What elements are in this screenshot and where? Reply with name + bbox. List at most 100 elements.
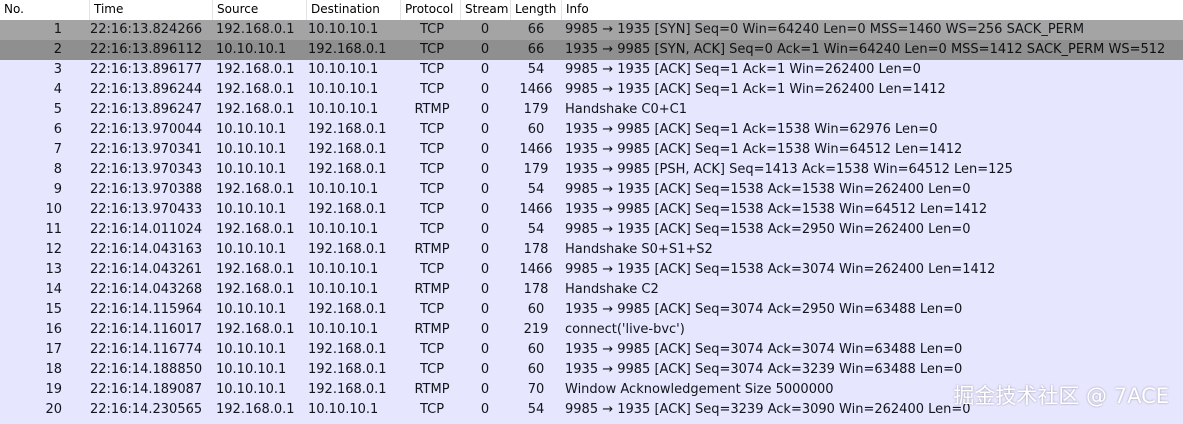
packet-stream: 0 — [480, 282, 490, 297]
packet-protocol: TCP — [419, 342, 445, 357]
packet-no: 19 — [45, 382, 62, 397]
packet-protocol: RTMP — [414, 382, 450, 397]
packet-time: 22:16:14.043268 — [90, 282, 203, 297]
packet-source: 10.10.10.1 — [216, 342, 287, 357]
column-header-info[interactable]: Info — [562, 0, 1183, 20]
table-row[interactable]: 11 22:16:14.011024 192.168.0.1 10.10.10.1 TC… — [0, 220, 1183, 240]
packet-no: 8 — [53, 162, 62, 177]
packet-source: 192.168.0.1 — [216, 22, 295, 37]
packet-source: 10.10.10.1 — [216, 302, 287, 317]
packet-protocol: RTMP — [414, 322, 450, 337]
packet-length: 54 — [527, 222, 545, 237]
packet-destination: 192.168.0.1 — [308, 242, 387, 257]
packet-source: 192.168.0.1 — [216, 262, 295, 277]
packet-time: 22:16:14.116017 — [90, 322, 203, 337]
packet-destination: 192.168.0.1 — [308, 342, 387, 357]
table-row[interactable]: 3 22:16:13.896177 192.168.0.1 10.10.10.1 TCP… — [0, 60, 1183, 80]
packet-time: 22:16:13.896177 — [90, 62, 203, 77]
packet-length: 1466 — [519, 142, 553, 157]
packet-destination: 10.10.10.1 — [308, 322, 379, 337]
packet-destination: 10.10.10.1 — [308, 402, 379, 417]
table-row[interactable]: 17 22:16:14.116774 10.10.10.1 192.168.0.1 TC… — [0, 340, 1183, 360]
packet-length: 1466 — [519, 82, 553, 97]
packet-source: 192.168.0.1 — [216, 222, 295, 237]
packet-no: 16 — [45, 322, 62, 337]
column-header-no[interactable]: No. — [0, 0, 90, 20]
table-row[interactable]: 15 22:16:14.115964 10.10.10.1 192.168.0.1 TC… — [0, 300, 1183, 320]
packet-stream: 0 — [480, 382, 490, 397]
packet-length: 179 — [523, 102, 549, 117]
column-header-row: No. Time Source Destination Protocol Str… — [0, 0, 1183, 21]
table-row[interactable]: 12 22:16:14.043163 10.10.10.1 192.168.0.1 RT… — [0, 240, 1183, 260]
packet-no: 20 — [45, 402, 62, 417]
packet-no: 13 — [45, 262, 62, 277]
table-row[interactable]: 4 22:16:13.896244 192.168.0.1 10.10.10.1 TCP… — [0, 80, 1183, 100]
packet-length: 219 — [523, 322, 549, 337]
packet-length: 178 — [523, 282, 549, 297]
packet-length: 60 — [527, 122, 545, 137]
table-row[interactable]: 7 22:16:13.970341 10.10.10.1 192.168.0.1 TCP… — [0, 140, 1183, 160]
table-row[interactable]: 16 22:16:14.116017 192.168.0.1 10.10.10.1 RT… — [0, 320, 1183, 340]
packet-protocol: TCP — [419, 202, 445, 217]
table-row[interactable]: 5 22:16:13.896247 192.168.0.1 10.10.10.1 RTM… — [0, 100, 1183, 120]
packet-source: 192.168.0.1 — [216, 182, 295, 197]
packet-source: 10.10.10.1 — [216, 162, 287, 177]
packet-source: 10.10.10.1 — [216, 42, 287, 57]
packet-protocol: TCP — [419, 42, 445, 57]
packet-no: 18 — [45, 362, 62, 377]
packet-destination: 10.10.10.1 — [308, 82, 379, 97]
packet-time: 22:16:13.896247 — [90, 102, 203, 117]
packet-list[interactable]: No. Time Source Destination Protocol Str… — [0, 0, 1183, 424]
packet-source: 192.168.0.1 — [216, 322, 295, 337]
packet-stream: 0 — [480, 262, 490, 277]
packet-source: 192.168.0.1 — [216, 82, 295, 97]
packet-info: connect('live-bvc') — [565, 322, 685, 337]
table-row[interactable]: 2 22:16:13.896112 10.10.10.1 192.168.0.1 TCP… — [0, 40, 1183, 60]
packet-info: 9985 → 1935 [ACK] Seq=1538 Ack=3074 Win=… — [565, 262, 996, 277]
table-row[interactable]: 14 22:16:14.043268 192.168.0.1 10.10.10.1 RT… — [0, 280, 1183, 300]
table-row[interactable]: 9 22:16:13.970388 192.168.0.1 10.10.10.1 TCP… — [0, 180, 1183, 200]
packet-info: 1935 → 9985 [ACK] Seq=1 Ack=1538 Win=645… — [565, 142, 963, 157]
column-header-time[interactable]: Time — [90, 0, 213, 20]
packet-time: 22:16:13.970433 — [90, 202, 203, 217]
packet-destination: 10.10.10.1 — [308, 262, 379, 277]
table-row[interactable]: 13 22:16:14.043261 192.168.0.1 10.10.10.1 TC… — [0, 260, 1183, 280]
packet-destination: 192.168.0.1 — [308, 42, 387, 57]
packet-destination: 10.10.10.1 — [308, 102, 379, 117]
packet-time: 22:16:13.970044 — [90, 122, 203, 137]
packet-no: 17 — [45, 342, 62, 357]
packet-protocol: RTMP — [414, 242, 450, 257]
packet-protocol: TCP — [419, 22, 445, 37]
packet-length: 70 — [527, 382, 545, 397]
packet-info: 1935 → 9985 [ACK] Seq=3074 Ack=3074 Win=… — [565, 342, 963, 357]
column-header-length[interactable]: Length — [511, 0, 562, 20]
column-header-source[interactable]: Source — [213, 0, 307, 20]
packet-info: 1935 → 9985 [ACK] Seq=1 Ack=1538 Win=629… — [565, 122, 938, 137]
packet-time: 22:16:13.970388 — [90, 182, 203, 197]
packet-length: 1466 — [519, 262, 553, 277]
packet-stream: 0 — [480, 202, 490, 217]
packet-time: 22:16:14.011024 — [90, 222, 203, 237]
packet-info: 9985 → 1935 [ACK] Seq=1538 Ack=1538 Win=… — [565, 182, 971, 197]
packet-no: 3 — [53, 62, 62, 77]
packet-stream: 0 — [480, 182, 490, 197]
packet-destination: 10.10.10.1 — [308, 182, 379, 197]
column-header-stream[interactable]: Stream — [461, 0, 511, 20]
packet-info: 9985 → 1935 [ACK] Seq=1 Ack=1 Win=262400… — [565, 82, 946, 97]
column-header-protocol[interactable]: Protocol — [401, 0, 461, 20]
packet-source: 10.10.10.1 — [216, 382, 287, 397]
table-row[interactable]: 6 22:16:13.970044 10.10.10.1 192.168.0.1 TCP… — [0, 120, 1183, 140]
packet-length: 60 — [527, 302, 545, 317]
packet-stream: 0 — [480, 302, 490, 317]
packet-stream: 0 — [480, 342, 490, 357]
packet-no: 6 — [53, 122, 62, 137]
table-row[interactable]: 10 22:16:13.970433 10.10.10.1 192.168.0.1 TC… — [0, 200, 1183, 220]
packet-protocol: TCP — [419, 82, 445, 97]
table-row[interactable]: 1 22:16:13.824266 192.168.0.1 10.10.10.1 TCP… — [0, 20, 1183, 40]
packet-length: 60 — [527, 362, 545, 377]
packet-no: 7 — [53, 142, 62, 157]
column-header-destination[interactable]: Destination — [307, 0, 401, 20]
table-row[interactable]: 8 22:16:13.970343 10.10.10.1 192.168.0.1 TCP… — [0, 160, 1183, 180]
table-row[interactable]: 18 22:16:14.188850 10.10.10.1 192.168.0.1 TC… — [0, 360, 1183, 380]
packet-length: 66 — [527, 22, 545, 37]
